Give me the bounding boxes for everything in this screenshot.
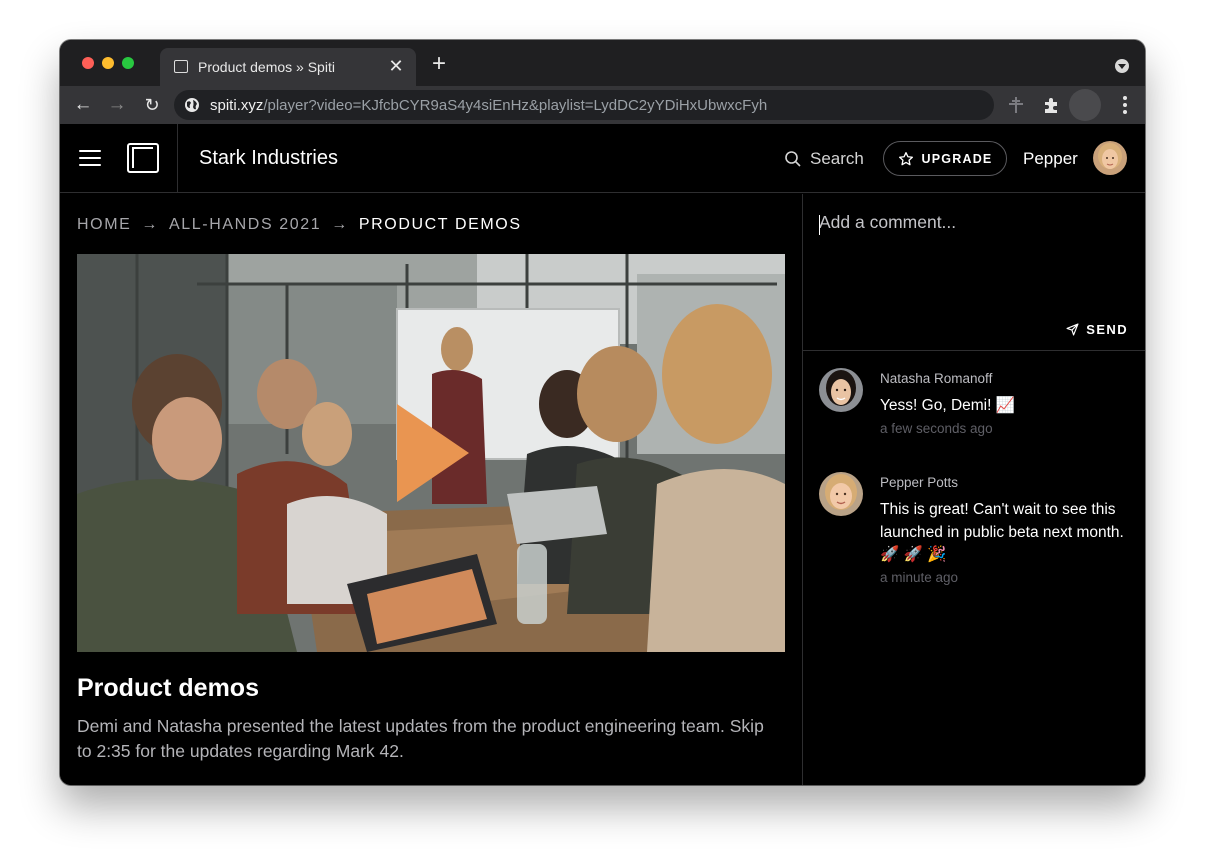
browser-toolbar: ← → ↻ spiti.xyz/player?video=KJfcbCYR9aS… bbox=[60, 86, 1145, 124]
url-text: spiti.xyz/player?video=KJfcbCYR9aS4y4siE… bbox=[210, 97, 767, 114]
text-caret bbox=[819, 215, 820, 235]
comment-author[interactable]: Natasha Romanoff bbox=[880, 371, 992, 386]
menu-icon[interactable] bbox=[1123, 96, 1127, 114]
reload-button[interactable]: ↻ bbox=[140, 93, 164, 117]
search-label: Search bbox=[810, 149, 864, 168]
url-path: /player?video=KJfcbCYR9aS4y4siEnHz&playl… bbox=[263, 97, 768, 114]
maximize-window-button[interactable] bbox=[122, 57, 134, 69]
video-section: HOME → ALL-HANDS 2021 → PRODUCT DEMOS Pr… bbox=[60, 194, 802, 785]
video-description: Demi and Natasha presented the latest up… bbox=[77, 716, 764, 761]
comment-body: This is great! Can't wait to see this la… bbox=[880, 501, 1124, 563]
page-content: Stark Industries Search UPGRADE Pepper H… bbox=[60, 124, 1145, 785]
breadcrumb-all-hands[interactable]: ALL-HANDS 2021 bbox=[169, 216, 321, 234]
browser-window: Product demos » Spiti ✕ + ← → ↻ spiti.xy… bbox=[60, 40, 1145, 785]
translate-icon[interactable] bbox=[1006, 95, 1026, 115]
send-button[interactable]: SEND bbox=[1066, 322, 1128, 337]
user-name[interactable]: Pepper bbox=[1023, 149, 1078, 169]
breadcrumb: HOME → ALL-HANDS 2021 → PRODUCT DEMOS bbox=[77, 216, 522, 234]
upgrade-button[interactable]: UPGRADE bbox=[883, 141, 1007, 176]
address-bar[interactable]: spiti.xyz/player?video=KJfcbCYR9aS4y4siE… bbox=[174, 90, 994, 120]
comment-timestamp: a minute ago bbox=[880, 570, 959, 585]
comment-avatar[interactable] bbox=[819, 472, 863, 516]
comment-timestamp: a few seconds ago bbox=[880, 421, 993, 436]
send-icon bbox=[1066, 323, 1079, 336]
comment-input[interactable] bbox=[819, 212, 1129, 312]
avatar-image-icon bbox=[1093, 141, 1127, 175]
minimize-window-button[interactable] bbox=[102, 57, 114, 69]
page-favicon-icon bbox=[174, 60, 188, 73]
url-host: spiti.xyz bbox=[210, 97, 264, 114]
header-divider bbox=[177, 124, 178, 193]
breadcrumb-arrow-icon: → bbox=[331, 216, 349, 233]
globe-icon bbox=[185, 98, 199, 112]
play-icon[interactable] bbox=[397, 404, 469, 502]
hamburger-menu-icon[interactable] bbox=[79, 150, 101, 168]
comment-item: Natasha Romanoff Yess! Go, Demi! 📈 a few… bbox=[819, 368, 1139, 448]
avatar-image-icon bbox=[819, 472, 863, 516]
forward-button[interactable]: → bbox=[105, 93, 129, 117]
app-logo-icon[interactable] bbox=[127, 143, 159, 173]
comments-panel: SEND Natasha Romanoff Yess! Go, Demi! 📈 bbox=[803, 194, 1145, 785]
tab-title: Product demos » Spiti bbox=[198, 59, 335, 75]
comments-divider bbox=[803, 350, 1145, 351]
tab-strip: Product demos » Spiti ✕ + bbox=[60, 40, 1145, 86]
extensions-icon[interactable] bbox=[1042, 95, 1062, 115]
send-label: SEND bbox=[1086, 322, 1128, 337]
close-window-button[interactable] bbox=[82, 57, 94, 69]
browser-tab[interactable]: Product demos » Spiti ✕ bbox=[160, 48, 416, 86]
breadcrumb-arrow-icon: → bbox=[141, 216, 160, 233]
app-header: Stark Industries Search UPGRADE Pepper bbox=[60, 124, 1145, 193]
comment-item: Pepper Potts This is great! Can't wait t… bbox=[819, 472, 1139, 592]
new-tab-button[interactable]: + bbox=[428, 52, 450, 76]
video-title: Product demos bbox=[77, 674, 259, 702]
comment-body: Yess! Go, Demi! 📈 bbox=[880, 397, 1016, 414]
comment-author[interactable]: Pepper Potts bbox=[880, 475, 958, 490]
search-icon bbox=[785, 151, 801, 167]
search-button[interactable]: Search bbox=[784, 149, 864, 169]
back-button[interactable]: ← bbox=[71, 93, 95, 117]
upgrade-label: UPGRADE bbox=[921, 151, 993, 166]
org-name[interactable]: Stark Industries bbox=[199, 147, 338, 170]
avatar-image-icon bbox=[819, 368, 863, 412]
tab-search-icon[interactable] bbox=[1115, 59, 1129, 73]
video-player[interactable] bbox=[77, 254, 785, 652]
user-avatar[interactable] bbox=[1093, 141, 1127, 175]
star-icon bbox=[898, 151, 913, 165]
breadcrumb-home[interactable]: HOME bbox=[77, 216, 131, 234]
tab-close-icon[interactable]: ✕ bbox=[386, 56, 406, 76]
profile-icon[interactable] bbox=[1069, 89, 1101, 121]
comment-avatar[interactable] bbox=[819, 368, 863, 412]
breadcrumb-current: PRODUCT DEMOS bbox=[358, 216, 522, 233]
